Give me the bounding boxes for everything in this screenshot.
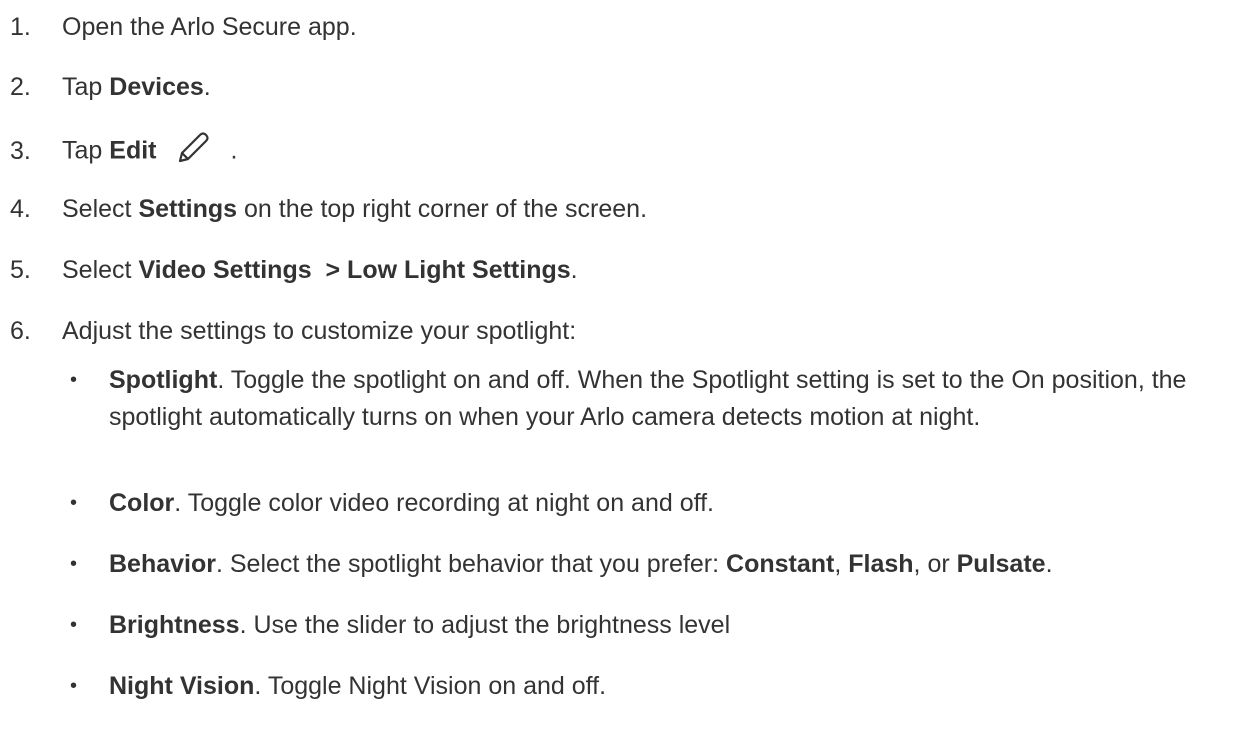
step-text: Select (62, 195, 139, 223)
step-number: 6. (10, 317, 31, 345)
bullet-item-night-vision: • Night Vision. Toggle Night Vision on a… (70, 668, 1220, 705)
step-text: Tap (62, 73, 110, 101)
bullet-bold-label: Night Vision (109, 672, 255, 700)
step-6: 6. Adjust the settings to customize your … (10, 316, 576, 346)
step-text: Open the Arlo Secure app. (62, 13, 357, 41)
step-3: 3. Tap Edit. (10, 132, 238, 171)
step-text-end: . (570, 256, 578, 284)
step-bold-text: Edit (109, 136, 157, 165)
bullet-bold-label: Color (109, 489, 175, 517)
step-1: 1. Open the Arlo Secure app. (10, 12, 357, 42)
bullet-end: . (1045, 550, 1053, 578)
bullet-text: Brightness. Use the slider to adjust the… (109, 607, 1220, 644)
instructions-document: 1. Open the Arlo Secure app. 2. Tap Device… (0, 0, 1238, 744)
bullet-item-color: • Color. Toggle color video recording at… (70, 485, 1220, 522)
bullet-description: . Toggle the spotlight on and off. When … (109, 366, 1187, 431)
bullet-item-spotlight: • Spotlight. Toggle the spotlight on and… (70, 362, 1220, 436)
bullet-bold-label: Brightness (109, 611, 240, 639)
step-bold-text: Video Settings > Low Light Settings (138, 256, 571, 284)
separator: , or (913, 550, 957, 578)
step-5: 5. Select Video Settings > Low Light Sett… (10, 255, 578, 285)
step-text: Select (62, 256, 139, 284)
bullet-dot: • (70, 553, 78, 575)
step-bold-text: Settings (138, 195, 238, 223)
bullet-bold-label: Spotlight (109, 366, 218, 394)
bullet-description: . Select the spotlight behavior that you… (215, 550, 727, 578)
separator: , (834, 550, 849, 578)
bullet-text: Spotlight. Toggle the spotlight on and o… (109, 362, 1220, 436)
bullet-text: Behavior. Select the spotlight behavior … (109, 546, 1220, 583)
option-constant: Constant (726, 550, 835, 578)
bullet-description: . Toggle Night Vision on and off. (254, 672, 607, 700)
step-number: 3. (10, 136, 31, 165)
bullet-dot: • (70, 492, 78, 514)
option-flash: Flash (848, 550, 914, 578)
bullet-dot: • (70, 675, 78, 697)
bullet-text: Night Vision. Toggle Night Vision on and… (109, 668, 1220, 705)
step-number: 4. (10, 195, 31, 223)
bullet-text: Color. Toggle color video recording at n… (109, 485, 1220, 522)
step-text-end: on the top right corner of the screen. (237, 195, 648, 223)
step-number: 2. (10, 73, 31, 101)
bullet-bold-label: Behavior (109, 550, 216, 578)
bullet-dot: • (70, 614, 78, 636)
pencil-icon (174, 129, 212, 167)
step-2: 2. Tap Devices. (10, 72, 211, 102)
step-bold-text: Devices (109, 73, 204, 101)
step-4: 4. Select Settings on the top right corne… (10, 194, 647, 224)
step-text-end: . (203, 73, 211, 101)
bullet-item-brightness: • Brightness. Use the slider to adjust t… (70, 607, 1220, 644)
option-pulsate: Pulsate (956, 550, 1046, 578)
step-number: 5. (10, 256, 31, 284)
step-text: Adjust the settings to customize your sp… (62, 317, 577, 345)
step-text: Tap (62, 136, 110, 165)
bullet-dot: • (70, 369, 78, 391)
bullet-item-behavior: • Behavior. Select the spotlight behavio… (70, 546, 1220, 583)
bullet-description: . Use the slider to adjust the brightnes… (239, 611, 731, 639)
step-number: 1. (10, 13, 31, 41)
bullet-description: . Toggle color video recording at night … (174, 489, 715, 517)
step-text-end: . (230, 136, 238, 165)
